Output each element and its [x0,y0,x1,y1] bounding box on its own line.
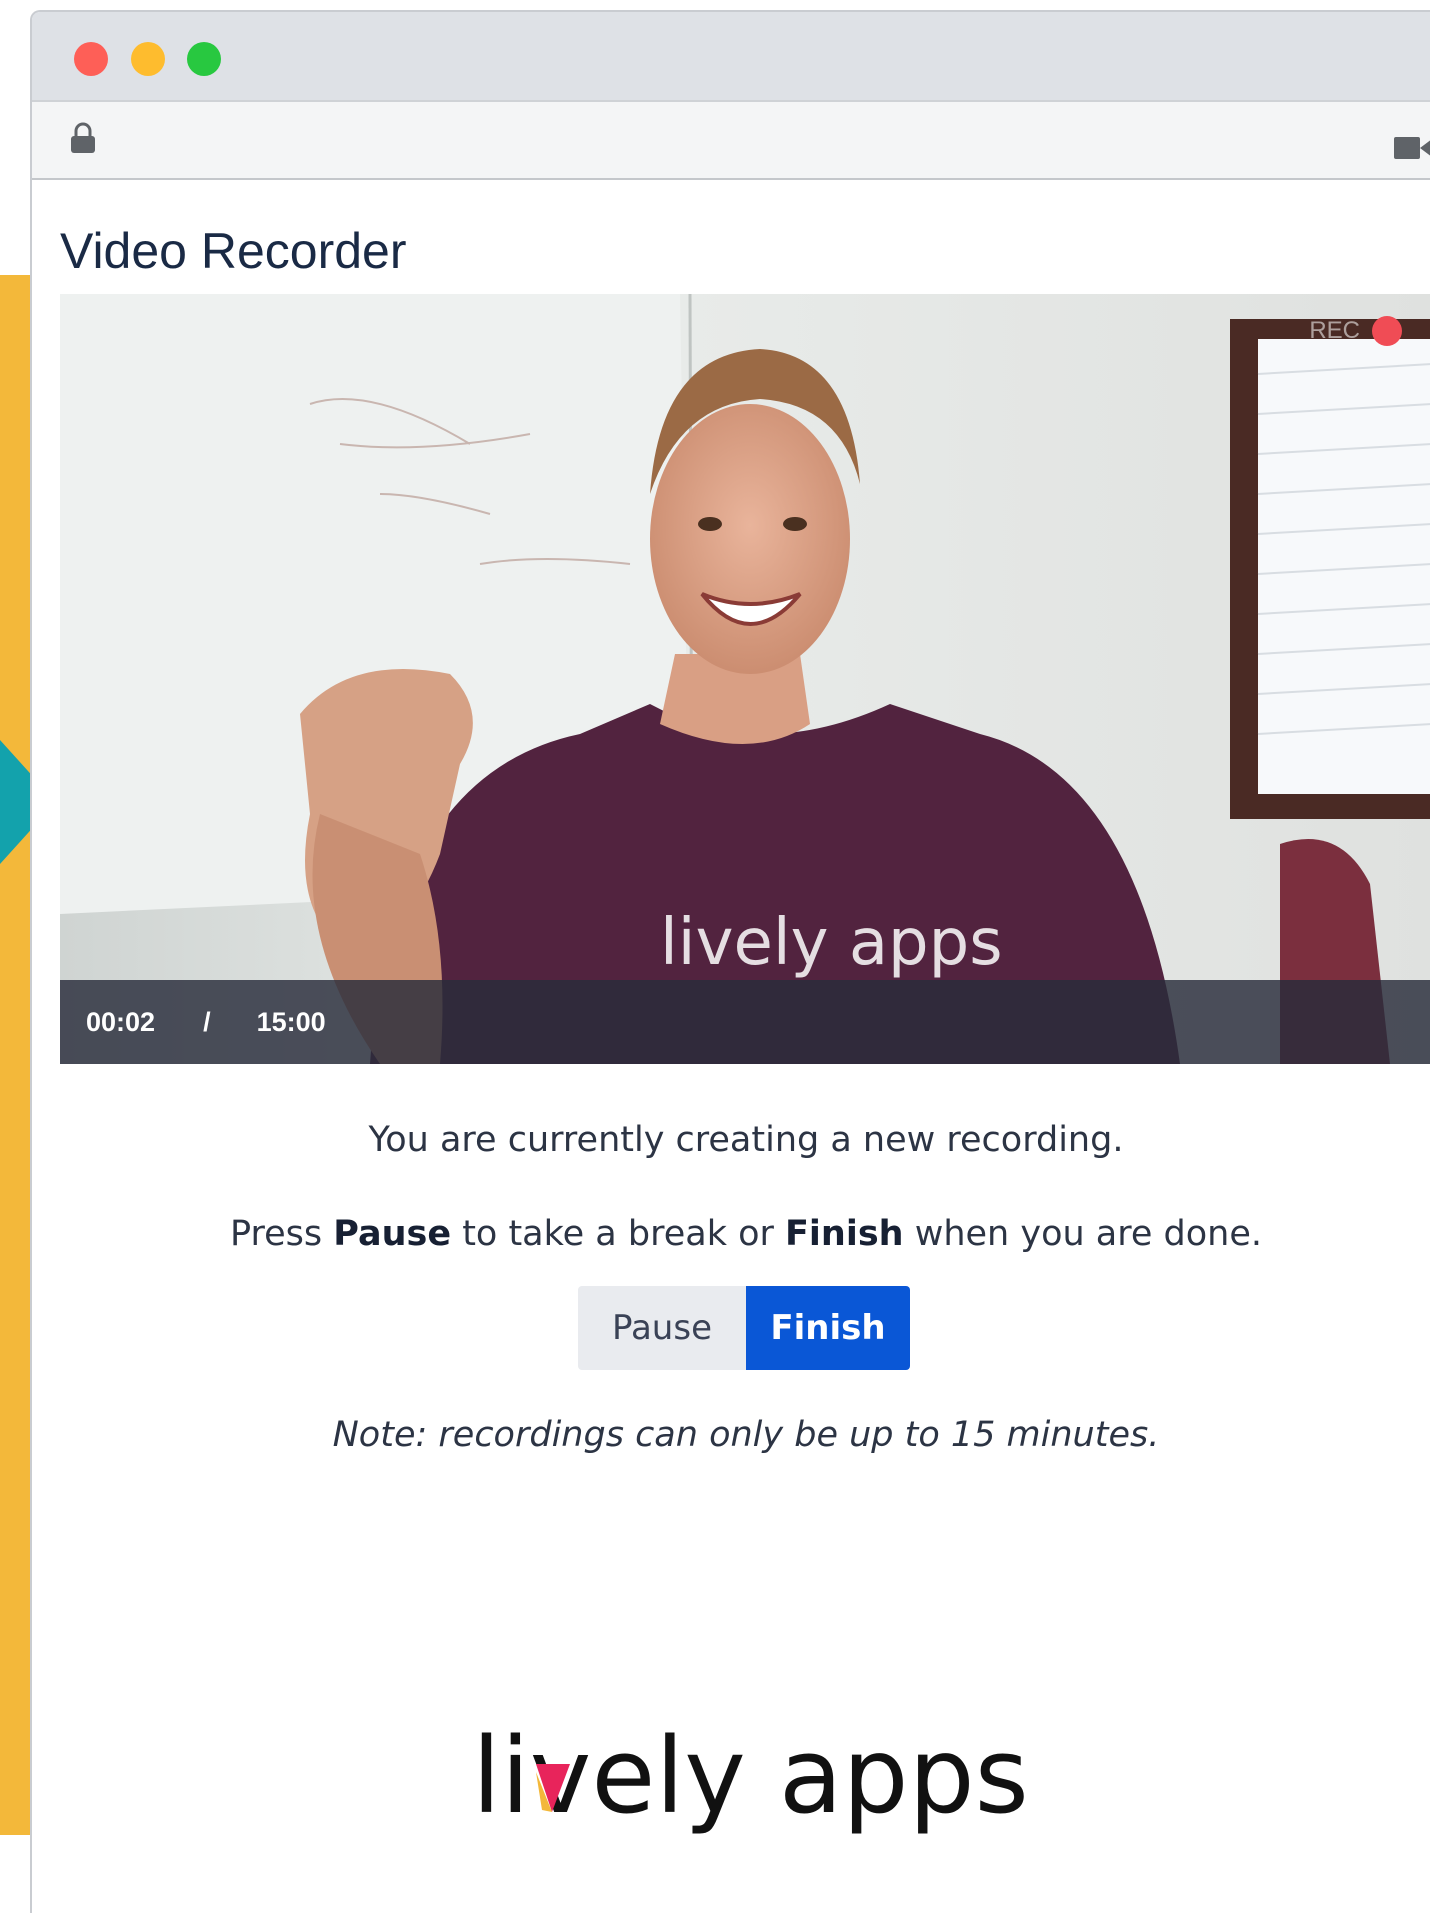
video-controls-bar: 00:02 / 15:00 [60,980,1430,1064]
close-window-button[interactable] [74,42,108,76]
recording-actions: Pause Finish [578,1286,910,1370]
instruction-message: Press Pause to take a break or Finish wh… [60,1214,1430,1254]
rec-label: REC [1309,317,1360,344]
lively-apps-logo: lively apps [472,1715,1029,1837]
duration-note: Note: recordings can only be up to 15 mi… [332,1415,1160,1455]
instruction-finish-word: Finish [785,1214,904,1254]
minimize-window-button[interactable] [131,42,165,76]
time-separator: / [203,1006,211,1037]
address-bar[interactable] [32,100,1430,180]
instruction-prefix: Press [229,1214,334,1254]
webcam-feed: lively apps [60,294,1430,1064]
title-bar [32,12,1430,100]
instruction-suffix: when you are done. [903,1214,1263,1254]
instruction-middle: to take a break or [451,1214,786,1254]
maximize-window-button[interactable] [187,42,221,76]
browser-window: Video Recorder lively apps REC 00:02 / 1… [30,10,1430,1913]
status-message: You are currently creating a new recordi… [368,1120,1124,1160]
pause-button[interactable]: Pause [578,1286,746,1370]
current-time: 00:02 [86,1006,156,1037]
total-time: 15:00 [256,1006,326,1037]
recording-dot-icon [1372,316,1402,346]
instruction-pause-word: Pause [333,1214,452,1254]
lock-icon [71,122,95,153]
recording-indicator: REC [1309,316,1402,346]
finish-button[interactable]: Finish [746,1286,910,1370]
page-title: Video Recorder [60,223,407,279]
shirt-logo-text: lively apps [660,906,1003,980]
video-preview[interactable]: lively apps REC 00:02 / 15:00 [60,294,1430,1064]
camera-icon[interactable] [1392,135,1430,161]
decorative-yellow-bar [0,275,34,1835]
